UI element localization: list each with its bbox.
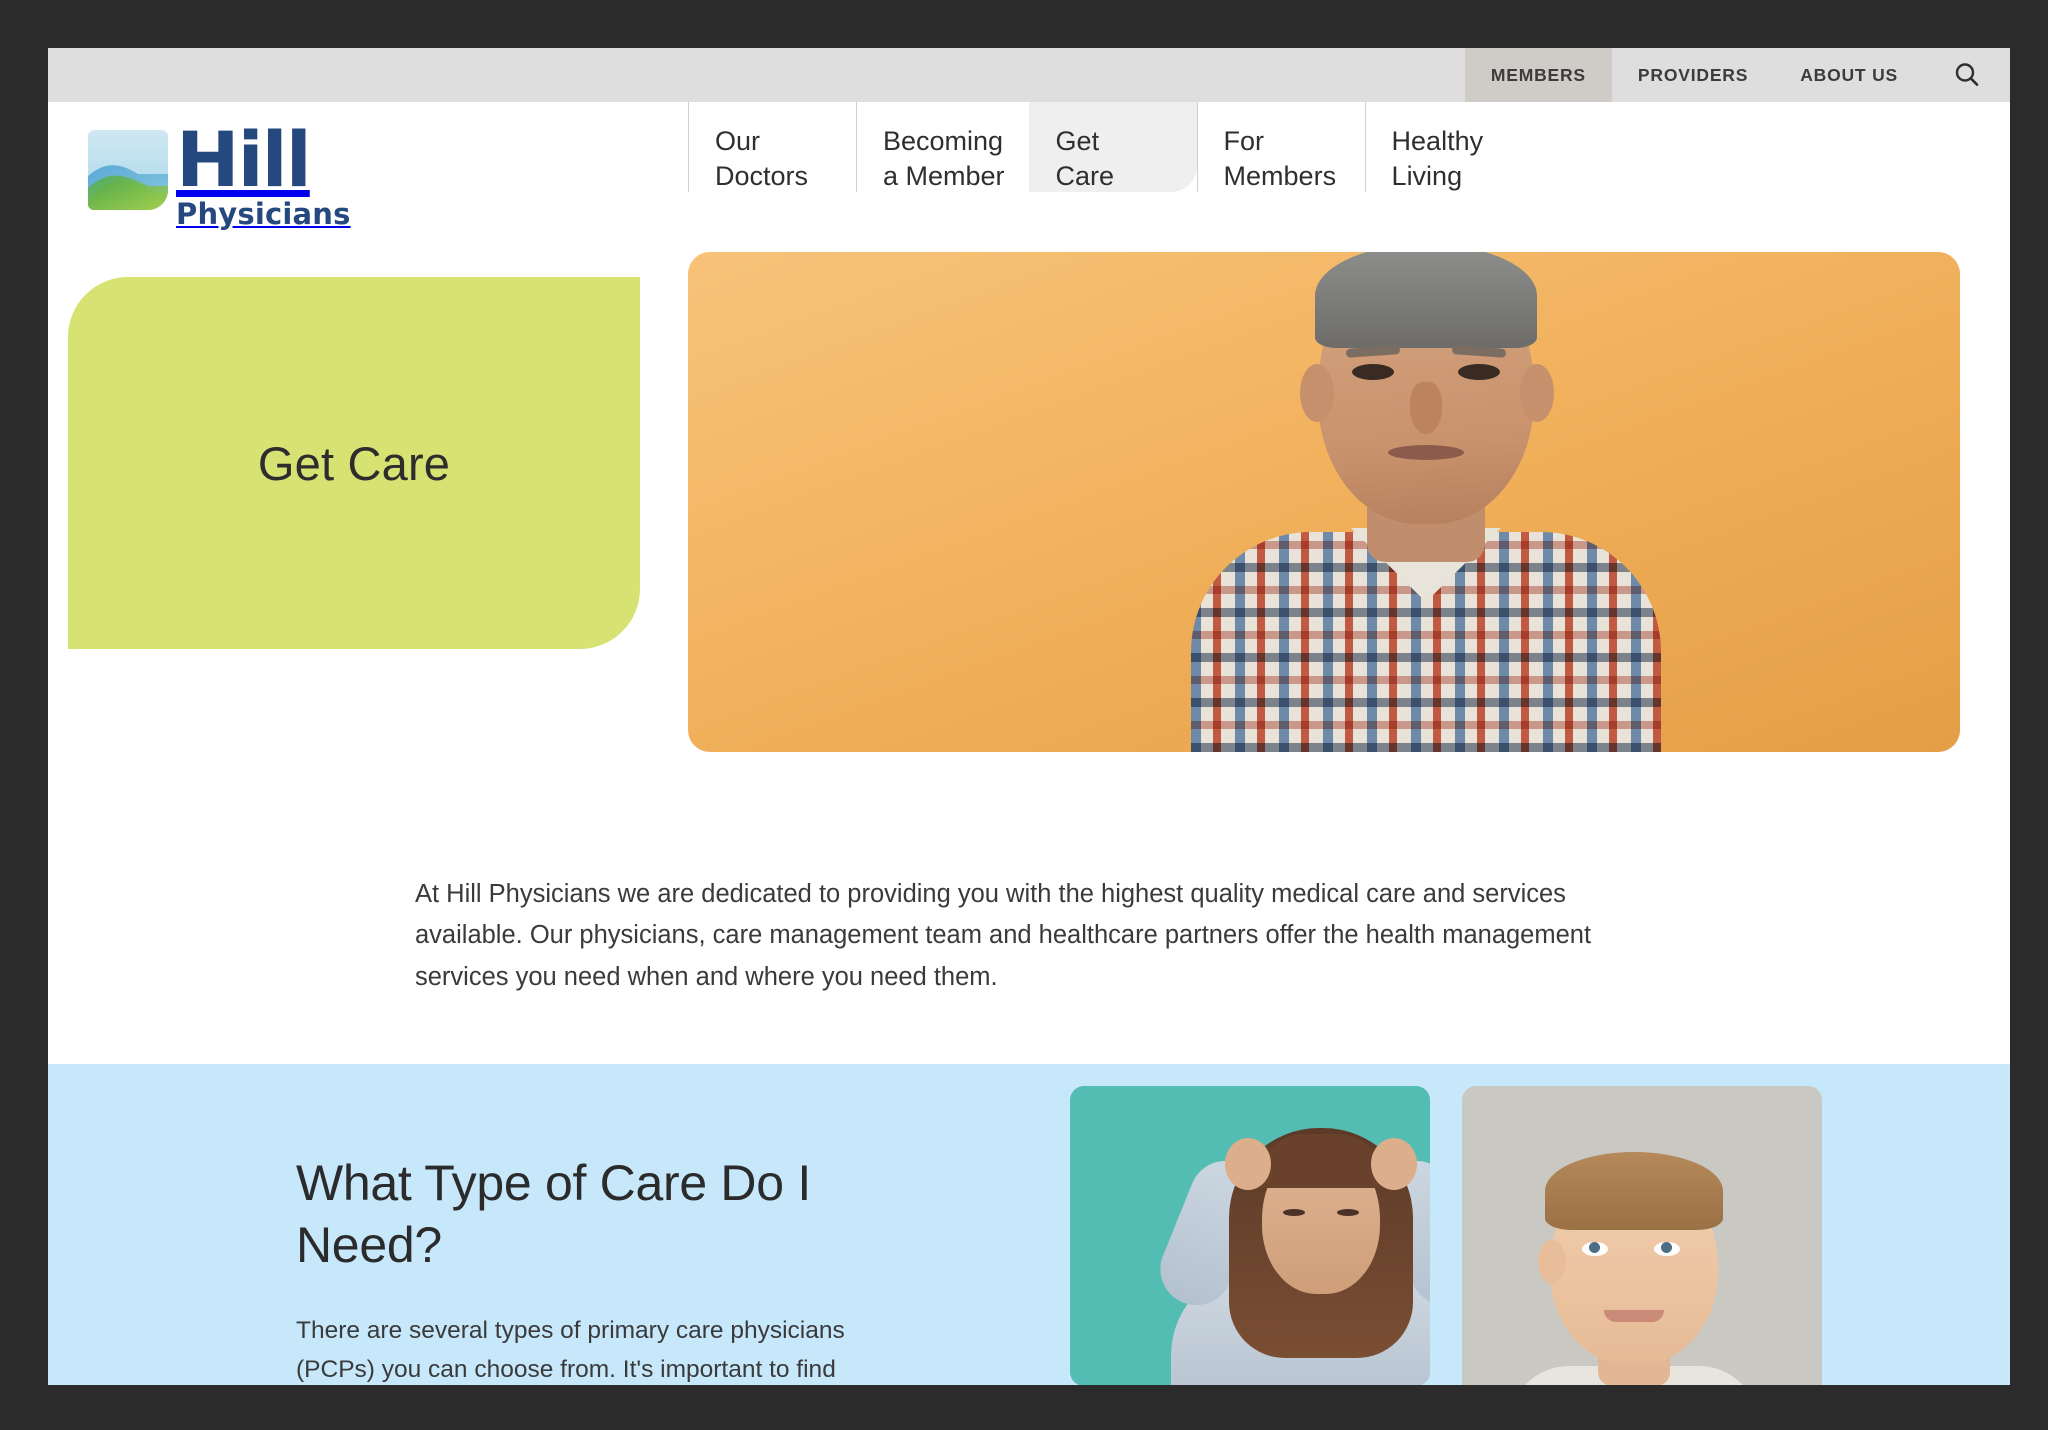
- nav-label-line2: Doctors: [715, 161, 809, 192]
- utility-nav-item-members[interactable]: MEMBERS: [1464, 48, 1612, 102]
- nav-item-healthy-living[interactable]: Healthy Living: [1364, 102, 1533, 192]
- hero-banner: Get Care: [48, 252, 2010, 812]
- care-card-pediatrics[interactable]: [1462, 1085, 1822, 1385]
- logo-wordmark: Hill: [176, 115, 312, 204]
- logo-subtitle: Physicians: [176, 197, 351, 231]
- care-type-paragraph: There are several types of primary care …: [296, 1316, 845, 1384]
- hill-logo-mark-icon: [88, 130, 168, 210]
- intro-paragraph: At Hill Physicians we are dedicated to p…: [415, 880, 1592, 991]
- nav-label-line2: Care: [1055, 161, 1115, 192]
- nav-label-line1: Becoming: [883, 126, 1004, 156]
- utility-nav-label: ABOUT US: [1800, 64, 1898, 85]
- site-logo[interactable]: Hill Physicians: [88, 122, 351, 229]
- search-icon: [1955, 63, 1979, 86]
- utility-nav-label: PROVIDERS: [1637, 64, 1749, 85]
- young-boy-portrait-photo: [1484, 1126, 1784, 1385]
- nav-label-line1: Get: [1055, 126, 1100, 156]
- utility-nav-label: MEMBERS: [1490, 64, 1586, 85]
- utility-nav-bar: MEMBERS PROVIDERS ABOUT US: [48, 48, 2010, 102]
- nav-label-line1: Our: [715, 126, 761, 156]
- intro-section: At Hill Physicians we are dedicated to p…: [48, 812, 2010, 1064]
- page-title: Get Care: [257, 436, 451, 490]
- main-navigation: Our Doctors Becoming a Member Get Care F…: [688, 102, 1533, 192]
- care-type-section: What Type of Care Do I Need? There are s…: [48, 1063, 2010, 1385]
- care-type-text-block: What Type of Care Do I Need? There are s…: [296, 1152, 896, 1385]
- nav-label-line2: Living: [1391, 161, 1463, 192]
- nav-label-line2: a Member: [883, 161, 1005, 192]
- nav-item-our-doctors[interactable]: Our Doctors: [688, 102, 856, 192]
- browser-viewport: MEMBERS PROVIDERS ABOUT US Hill Physicia…: [48, 48, 2010, 1385]
- hero-title-card: Get Care: [68, 277, 640, 649]
- care-type-heading: What Type of Care Do I Need?: [296, 1154, 811, 1274]
- search-button[interactable]: [1924, 48, 2010, 102]
- nav-label-line2: Members: [1223, 161, 1337, 192]
- care-card-headache[interactable]: [1070, 1085, 1430, 1385]
- senior-man-photo: [1146, 252, 1706, 752]
- utility-nav-item-providers[interactable]: PROVIDERS: [1612, 48, 1774, 102]
- nav-item-get-care[interactable]: Get Care: [1028, 102, 1197, 192]
- hero-photo-panel: [688, 252, 1960, 752]
- care-type-card-list: [1070, 1085, 1822, 1385]
- nav-label-line1: Healthy: [1391, 126, 1484, 156]
- nav-item-becoming-a-member[interactable]: Becoming a Member: [856, 102, 1029, 192]
- nav-label-line1: For: [1223, 126, 1265, 156]
- nav-item-for-members[interactable]: For Members: [1196, 102, 1365, 192]
- desktop-background: MEMBERS PROVIDERS ABOUT US Hill Physicia…: [0, 0, 2048, 1430]
- utility-nav-item-about-us[interactable]: ABOUT US: [1774, 48, 1924, 102]
- woman-with-headache-photo: [1149, 1116, 1430, 1385]
- site-masthead: Hill Physicians Our Doctors Becoming a M…: [48, 102, 2010, 252]
